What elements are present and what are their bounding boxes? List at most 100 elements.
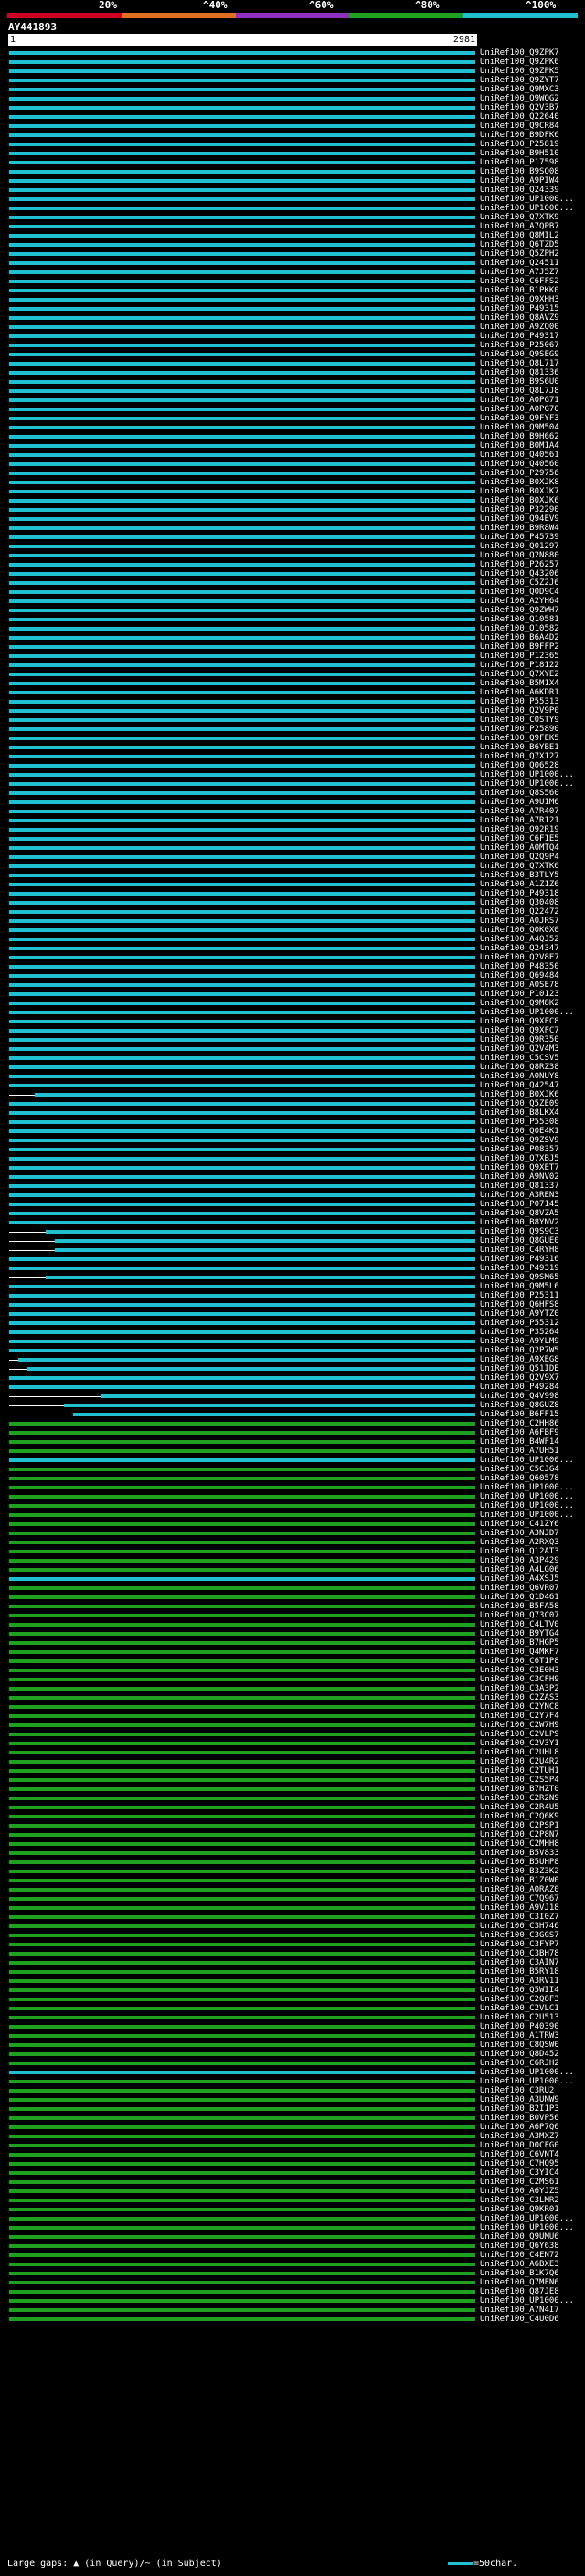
alignment-bar[interactable] xyxy=(9,398,475,402)
alignment-bar[interactable] xyxy=(9,444,475,448)
alignment-bar[interactable] xyxy=(9,2317,475,2321)
hit-label[interactable]: UniRef100_C2VLC1 xyxy=(480,2004,559,2013)
hit-row[interactable]: UniRef100_C3A3P2 xyxy=(0,1684,585,1693)
alignment-bar[interactable] xyxy=(9,353,475,356)
hit-row[interactable]: UniRef100_C2VLC1 xyxy=(0,2004,585,2013)
alignment-bar[interactable] xyxy=(9,590,475,594)
alignment-bar[interactable] xyxy=(9,910,475,914)
hit-row[interactable]: UniRef100_B9H510 xyxy=(0,149,585,158)
alignment-bar[interactable] xyxy=(9,1797,475,1800)
alignment-bar[interactable] xyxy=(9,864,475,868)
hit-row[interactable]: UniRef100_C2UHL8 xyxy=(0,1748,585,1757)
alignment-bar[interactable] xyxy=(9,1842,475,1846)
hit-row[interactable]: UniRef100_C6RJH2 xyxy=(0,2059,585,2068)
hit-row[interactable]: UniRef100_B5V833 xyxy=(0,1849,585,1858)
hit-label[interactable]: UniRef100_C2P8N7 xyxy=(480,1830,559,1839)
alignment-bar[interactable] xyxy=(9,2007,475,2010)
alignment-bar[interactable] xyxy=(9,1285,475,1288)
hit-label[interactable]: UniRef100_P48350 xyxy=(480,962,559,971)
alignment-bar[interactable] xyxy=(9,1458,475,1462)
alignment-bar[interactable] xyxy=(9,599,475,603)
hit-label[interactable]: UniRef100_C2Q6K9 xyxy=(480,1812,559,1821)
hit-row[interactable]: UniRef100_Q87JE8 xyxy=(0,2287,585,2296)
hit-row[interactable]: UniRef100_B9DFK6 xyxy=(0,131,585,140)
alignment-bar[interactable] xyxy=(64,1404,475,1407)
hit-row[interactable]: UniRef100_Q8L717 xyxy=(0,359,585,368)
alignment-bar[interactable] xyxy=(9,1002,475,1005)
hit-row[interactable]: UniRef100_Q9M504 xyxy=(0,423,585,432)
hit-label[interactable]: UniRef100_B6FF15 xyxy=(480,1410,559,1419)
hit-row[interactable]: UniRef100_C6VNT4 xyxy=(0,2150,585,2159)
hit-row[interactable]: UniRef100_C2R4U5 xyxy=(0,1803,585,1812)
hit-label[interactable]: UniRef100_A9YLM9 xyxy=(480,1337,559,1346)
hit-label[interactable]: UniRef100_Q69484 xyxy=(480,971,559,981)
hit-row[interactable]: UniRef100_B9R8W4 xyxy=(0,524,585,533)
hit-label[interactable]: UniRef100_Q2V3B7 xyxy=(480,103,559,112)
hit-row[interactable]: UniRef100_A0RAZ0 xyxy=(0,1885,585,1894)
hit-label[interactable]: UniRef100_A9ZQ00 xyxy=(480,323,559,332)
hit-label[interactable]: UniRef100_C3CFH9 xyxy=(480,1675,559,1684)
hit-label[interactable]: UniRef100_A7UH51 xyxy=(480,1447,559,1456)
hit-label[interactable]: UniRef100_Q92R19 xyxy=(480,825,559,834)
alignment-bar[interactable] xyxy=(9,883,475,886)
alignment-bar[interactable] xyxy=(9,554,475,557)
hit-row[interactable]: UniRef100_Q9FYF3 xyxy=(0,414,585,423)
alignment-bar[interactable] xyxy=(9,270,475,274)
hit-row[interactable]: UniRef100_A3NJD7 xyxy=(0,1529,585,1538)
hit-label[interactable]: UniRef100_B7HGP5 xyxy=(480,1638,559,1648)
hit-row[interactable]: UniRef100_Q43206 xyxy=(0,569,585,578)
hit-label[interactable]: UniRef100_Q0K0X0 xyxy=(480,926,559,935)
hit-row[interactable]: UniRef100_Q4V998 xyxy=(0,1392,585,1401)
hit-label[interactable]: UniRef100_Q9KR01 xyxy=(480,2205,559,2214)
alignment-bar[interactable] xyxy=(9,1129,475,1133)
hit-label[interactable]: UniRef100_Q2V9X7 xyxy=(480,1373,559,1383)
hit-row[interactable]: UniRef100_P49315 xyxy=(0,304,585,313)
alignment-bar[interactable] xyxy=(9,1468,475,1471)
hit-row[interactable]: UniRef100_P25890 xyxy=(0,725,585,734)
hit-label[interactable]: UniRef100_A7R407 xyxy=(480,807,559,816)
hit-label[interactable]: UniRef100_P08357 xyxy=(480,1145,559,1154)
hit-label[interactable]: UniRef100_Q9XFC8 xyxy=(480,1017,559,1026)
hit-row[interactable]: UniRef100_P55313 xyxy=(0,697,585,706)
alignment-bar[interactable] xyxy=(9,1111,475,1115)
hit-label[interactable]: UniRef100_C2V3Y1 xyxy=(480,1739,559,1748)
hit-row[interactable]: UniRef100_Q2P7W5 xyxy=(0,1346,585,1355)
hit-label[interactable]: UniRef100_P32290 xyxy=(480,505,559,514)
alignment-bar[interactable] xyxy=(9,535,475,539)
hit-label[interactable]: UniRef100_B6A4D2 xyxy=(480,633,559,642)
alignment-bar[interactable] xyxy=(9,334,475,338)
hit-label[interactable]: UniRef100_P29756 xyxy=(480,469,559,478)
alignment-bar[interactable] xyxy=(9,673,475,676)
alignment-bar[interactable] xyxy=(9,2281,475,2284)
hit-label[interactable]: UniRef100_C4RYH8 xyxy=(480,1246,559,1255)
hit-row[interactable]: UniRef100_Q7MFN6 xyxy=(0,2278,585,2287)
hit-label[interactable]: UniRef100_C6T1P8 xyxy=(480,1657,559,1666)
hit-row[interactable]: UniRef100_B9H662 xyxy=(0,432,585,441)
hit-row[interactable]: UniRef100_Q9WQG2 xyxy=(0,94,585,103)
hit-row[interactable]: UniRef100_B6FF15 xyxy=(0,1410,585,1419)
hit-row[interactable]: UniRef100_A2RXQ3 xyxy=(0,1538,585,1547)
hit-label[interactable]: UniRef100_Q9ZPK5 xyxy=(480,67,559,76)
hit-label[interactable]: UniRef100_A2YH64 xyxy=(480,597,559,606)
hit-label[interactable]: UniRef100_Q5ZE09 xyxy=(480,1099,559,1108)
hit-row[interactable]: UniRef100_Q2V8E7 xyxy=(0,953,585,962)
hit-label[interactable]: UniRef100_UP1000... xyxy=(480,2223,574,2232)
hit-label[interactable]: UniRef100_P10123 xyxy=(480,990,559,999)
alignment-bar[interactable] xyxy=(9,773,475,777)
alignment-bar[interactable] xyxy=(9,1075,475,1078)
hit-row[interactable]: UniRef100_Q8AVZ9 xyxy=(0,313,585,323)
hit-label[interactable]: UniRef100_Q81336 xyxy=(480,368,559,377)
hit-row[interactable]: UniRef100_P29756 xyxy=(0,469,585,478)
alignment-bar[interactable] xyxy=(9,79,475,82)
hit-label[interactable]: UniRef100_C2UHL8 xyxy=(480,1748,559,1757)
hit-label[interactable]: UniRef100_B9SQ08 xyxy=(480,167,559,176)
hit-label[interactable]: UniRef100_A6YJZ5 xyxy=(480,2187,559,2196)
hit-row[interactable]: UniRef100_P49318 xyxy=(0,889,585,898)
hit-label[interactable]: UniRef100_A1TRW3 xyxy=(480,2031,559,2041)
alignment-bar[interactable] xyxy=(9,1376,475,1380)
hit-row[interactable]: UniRef100_UP1000... xyxy=(0,1008,585,1017)
alignment-bar[interactable] xyxy=(9,2189,475,2193)
alignment-bar[interactable] xyxy=(35,1093,475,1097)
hit-label[interactable]: UniRef100_B8YNV2 xyxy=(480,1218,559,1227)
hit-row[interactable]: UniRef100_Q7XYE2 xyxy=(0,670,585,679)
